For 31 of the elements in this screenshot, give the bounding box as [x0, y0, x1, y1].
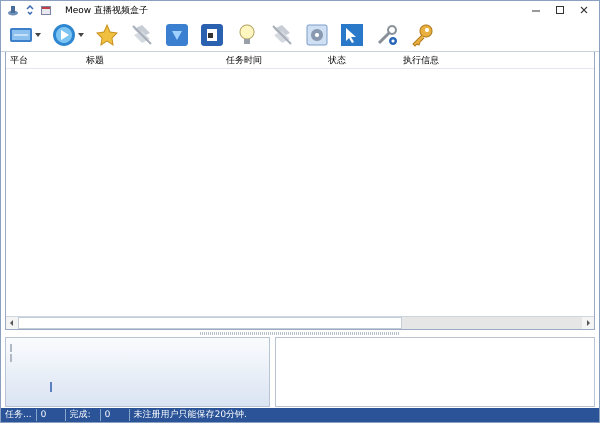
caret-icon[interactable] [35, 33, 41, 37]
status-text: 完成: [66, 409, 101, 421]
left-arrow-icon[interactable] [9, 320, 15, 326]
status-text: 0 [100, 409, 130, 421]
column-header[interactable]: 任务时间 [222, 54, 324, 66]
wrench-icon[interactable] [375, 23, 399, 47]
scroll-left-button[interactable] [6, 317, 18, 329]
column-header[interactable]: 标题 [82, 54, 222, 66]
caret-icon[interactable] [78, 33, 84, 37]
splitter-grip[interactable] [200, 332, 400, 335]
document-icon[interactable] [200, 23, 224, 47]
app-icon [7, 4, 19, 16]
maximize-icon[interactable] [555, 5, 565, 15]
disc-icon[interactable] [305, 23, 329, 47]
status-text: 任务... [1, 409, 37, 421]
close-icon[interactable] [579, 5, 589, 15]
right-arrow-icon[interactable] [585, 320, 591, 326]
status-text: 未注册用户只能保存20分钟. [132, 409, 248, 421]
column-header[interactable]: 执行信息 [399, 54, 523, 66]
status-text: 0 [36, 409, 66, 421]
scroll-right-button[interactable] [582, 317, 594, 329]
star-icon[interactable] [95, 23, 119, 47]
column-header[interactable]: 状态 [324, 54, 399, 66]
key-icon[interactable] [410, 23, 434, 47]
scrollbar-thumb[interactable] [18, 317, 402, 329]
download-icon[interactable] [165, 23, 189, 47]
window-icon[interactable] [41, 6, 51, 14]
column-header[interactable]: 平台 [6, 54, 82, 66]
cursor-icon[interactable] [340, 23, 364, 47]
play-icon[interactable] [52, 23, 76, 47]
window-title: Meow 直播视频盒子 [65, 4, 148, 16]
